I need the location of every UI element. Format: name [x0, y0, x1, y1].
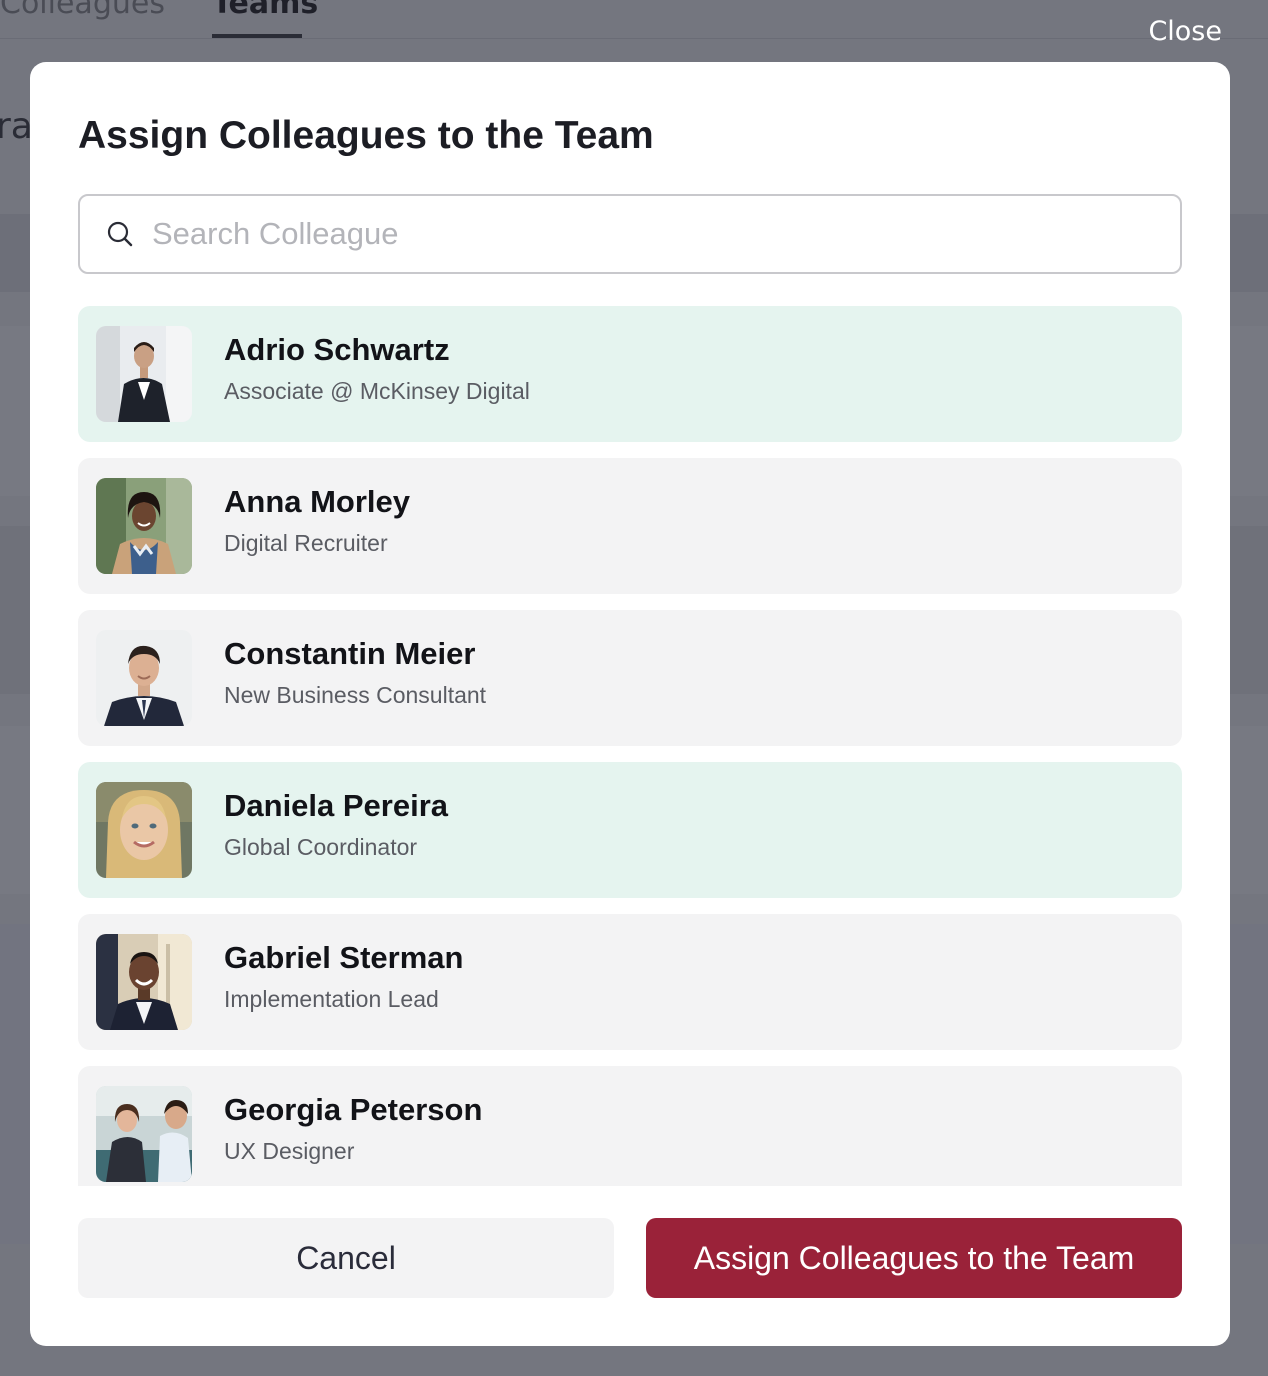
colleague-list-item[interactable]: Georgia Peterson UX Designer — [78, 1066, 1182, 1186]
avatar — [96, 478, 192, 574]
colleague-role: New Business Consultant — [224, 682, 487, 708]
assign-colleagues-button[interactable]: Assign Colleagues to the Team — [646, 1218, 1182, 1298]
search-field[interactable] — [78, 194, 1182, 274]
colleague-role: Digital Recruiter — [224, 530, 388, 556]
background-heading-fragment: ra — [0, 106, 33, 147]
colleague-list-item[interactable]: Adrio Schwartz Associate @ McKinsey Digi… — [78, 306, 1182, 442]
smiling-man-photo — [96, 934, 192, 1030]
close-button[interactable]: Close — [1148, 16, 1222, 47]
colleague-role: Global Coordinator — [224, 834, 418, 860]
avatar — [96, 934, 192, 1030]
colleague-list-item[interactable]: Daniela Pereira Global Coordinator — [78, 762, 1182, 898]
colleague-list[interactable]: Adrio Schwartz Associate @ McKinsey Digi… — [78, 306, 1182, 1186]
tab-teams[interactable]: Teams — [212, 0, 318, 21]
colleague-name: Daniela Pereira — [224, 788, 449, 823]
colleague-list-item[interactable]: Anna Morley Digital Recruiter — [78, 458, 1182, 594]
colleague-name: Adrio Schwartz — [224, 332, 450, 367]
tab-divider — [0, 38, 1268, 39]
woman-with-scarf-photo — [96, 478, 192, 574]
search-icon — [107, 221, 133, 247]
avatar — [96, 1086, 192, 1182]
dialog-title: Assign Colleagues to the Team — [78, 114, 654, 157]
colleague-role: Implementation Lead — [224, 986, 439, 1012]
colleague-name: Constantin Meier — [224, 636, 476, 671]
avatar — [96, 782, 192, 878]
colleague-role: UX Designer — [224, 1138, 355, 1164]
cancel-button[interactable]: Cancel — [78, 1218, 614, 1298]
colleague-list-item[interactable]: Constantin Meier New Business Consultant — [78, 610, 1182, 746]
search-input[interactable] — [152, 196, 1152, 272]
colleague-list-item[interactable]: Gabriel Sterman Implementation Lead — [78, 914, 1182, 1050]
colleague-name: Anna Morley — [224, 484, 411, 519]
woman-in-meeting-photo — [96, 1086, 192, 1182]
tab-colleagues[interactable]: Colleagues — [0, 0, 165, 21]
colleague-role: Associate @ McKinsey Digital — [224, 378, 530, 404]
man-in-suit-photo — [96, 630, 192, 726]
man-in-suit-photo — [96, 326, 192, 422]
assign-colleagues-dialog: Assign Colleagues to the Team Search Col… — [30, 62, 1230, 1346]
colleague-name: Gabriel Sterman — [224, 940, 464, 975]
avatar — [96, 326, 192, 422]
avatar — [96, 630, 192, 726]
blonde-woman-photo — [96, 782, 192, 878]
colleague-name: Georgia Peterson — [224, 1092, 483, 1127]
